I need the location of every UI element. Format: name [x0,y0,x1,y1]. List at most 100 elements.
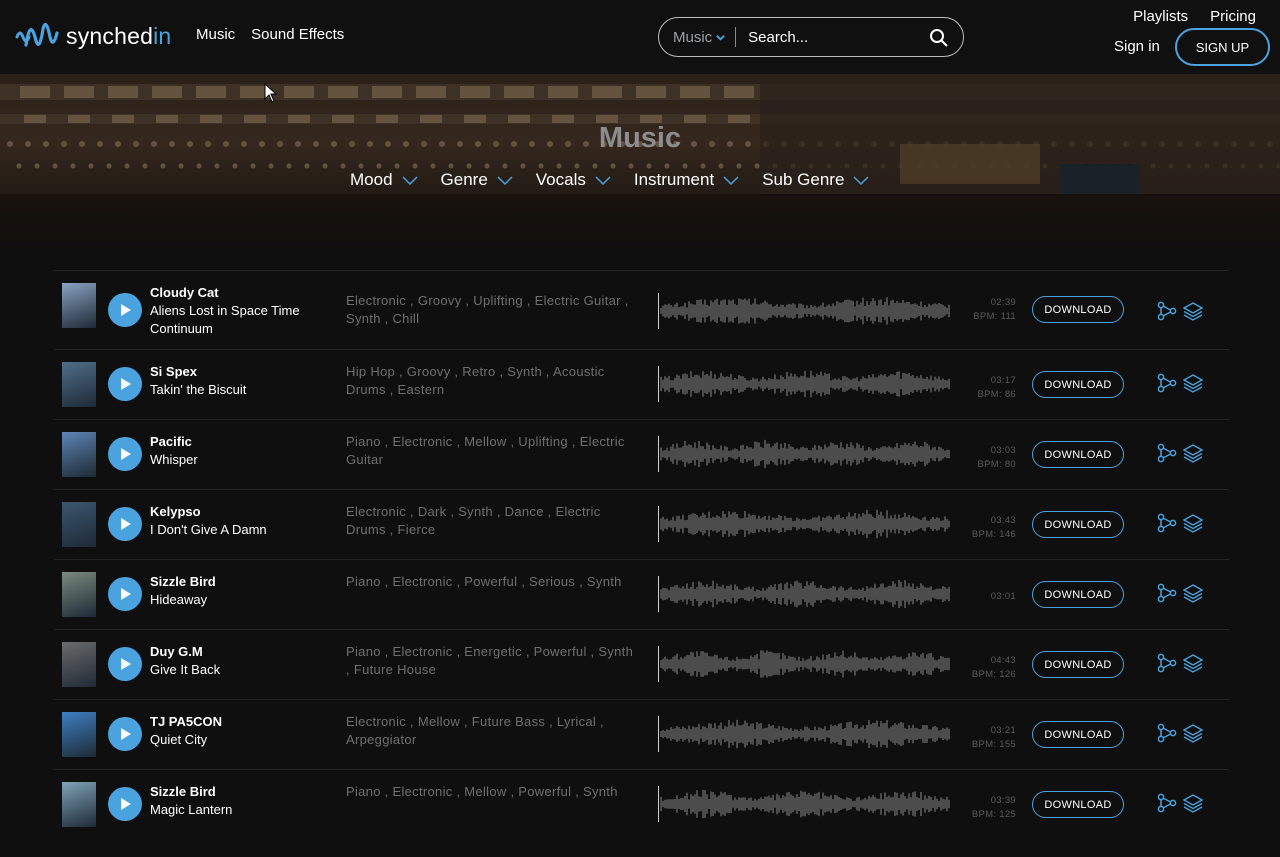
artist-name[interactable]: TJ PA5CON [150,713,330,731]
filter-mood[interactable]: Mood [350,170,419,190]
track-row[interactable]: Kelypso I Don't Give A Damn Electronic ,… [54,489,1229,559]
album-art-thumbnail[interactable] [62,572,96,617]
artist-name[interactable]: Kelypso [150,503,330,521]
artist-name[interactable]: Cloudy Cat [150,284,330,302]
album-art-thumbnail[interactable] [62,432,96,477]
synchedin-logo[interactable]: synchedin [14,15,171,57]
track-bpm: BPM: 80 [977,459,1016,470]
waveform[interactable] [658,506,950,542]
waveform[interactable] [658,293,950,329]
track-row[interactable]: Duy G.M Give It Back Piano , Electronic … [54,629,1229,699]
layers-icon[interactable] [1183,723,1203,743]
filter-vocals[interactable]: Vocals [536,170,612,190]
play-button[interactable] [108,437,142,471]
album-art-thumbnail[interactable] [62,782,96,827]
play-button[interactable] [108,787,142,821]
page-title: Music [598,122,682,154]
chevron-down-icon [595,176,611,186]
filter-sub-genre[interactable]: Sub Genre [762,170,870,190]
download-button[interactable]: DOWNLOAD [1032,511,1124,538]
album-art-thumbnail[interactable] [62,283,96,328]
artist-name[interactable]: Sizzle Bird [150,783,330,801]
layers-icon[interactable] [1183,653,1203,673]
download-button[interactable]: DOWNLOAD [1032,791,1124,818]
soundwave-logo-icon [15,22,59,47]
waveform[interactable] [658,786,950,822]
top-nav-bar: synchedin Music Sound Effects Music Play… [0,0,1280,74]
download-button[interactable]: DOWNLOAD [1032,651,1124,678]
layers-icon[interactable] [1183,373,1203,393]
stems-icon[interactable] [1157,723,1177,743]
track-title[interactable]: I Don't Give A Damn [150,521,330,539]
track-row[interactable]: Pacific Whisper Piano , Electronic , Mel… [54,419,1229,489]
stems-icon[interactable] [1157,513,1177,533]
artist-name[interactable]: Sizzle Bird [150,573,330,591]
waveform[interactable] [658,646,950,682]
layers-icon[interactable] [1183,443,1203,463]
album-art-thumbnail[interactable] [62,502,96,547]
play-button[interactable] [108,507,142,541]
play-icon [121,658,131,670]
layers-icon[interactable] [1183,793,1203,813]
artist-name[interactable]: Pacific [150,433,330,451]
track-info: Kelypso I Don't Give A Damn [150,503,330,539]
nav-music[interactable]: Music [196,26,235,43]
layers-icon[interactable] [1183,513,1203,533]
download-button[interactable]: DOWNLOAD [1032,721,1124,748]
album-art-thumbnail[interactable] [62,712,96,757]
track-row[interactable]: Sizzle Bird Hideaway Piano , Electronic … [54,559,1229,629]
track-title[interactable]: Give It Back [150,661,330,679]
search-category-select[interactable]: Music [659,27,737,47]
track-meta: 03:17 BPM: 86 [954,374,1016,402]
sign-up-button[interactable]: SIGN UP [1175,28,1270,66]
download-button[interactable]: DOWNLOAD [1032,371,1124,398]
track-row[interactable]: Si Spex Takin' the Biscuit Hip Hop , Gro… [54,349,1229,419]
playlists-link[interactable]: Playlists [1133,8,1188,25]
artist-name[interactable]: Si Spex [150,363,330,381]
waveform[interactable] [658,436,950,472]
track-title[interactable]: Magic Lantern [150,801,330,819]
nav-sound-effects[interactable]: Sound Effects [251,26,344,43]
track-row[interactable]: Cloudy Cat Aliens Lost in Space Time Con… [54,270,1229,349]
album-art-thumbnail[interactable] [62,362,96,407]
track-title[interactable]: Takin' the Biscuit [150,381,330,399]
play-button[interactable] [108,647,142,681]
waveform[interactable] [658,366,950,402]
track-title[interactable]: Quiet City [150,731,330,749]
waveform[interactable] [658,716,950,752]
track-duration: 03:17 [990,375,1016,386]
stems-icon[interactable] [1157,301,1177,321]
pricing-link[interactable]: Pricing [1210,8,1256,25]
play-button[interactable] [108,293,142,327]
artist-name[interactable]: Duy G.M [150,643,330,661]
stems-icon[interactable] [1157,443,1177,463]
play-button[interactable] [108,367,142,401]
track-row[interactable]: TJ PA5CON Quiet City Electronic , Mellow… [54,699,1229,769]
sign-in-link[interactable]: Sign in [1114,38,1160,55]
download-button[interactable]: DOWNLOAD [1032,296,1124,323]
album-art-thumbnail[interactable] [62,642,96,687]
layers-icon[interactable] [1183,301,1203,321]
stems-icon[interactable] [1157,793,1177,813]
download-button[interactable]: DOWNLOAD [1032,441,1124,468]
search-icon[interactable] [929,28,949,48]
waveform[interactable] [658,576,950,612]
search-input[interactable] [736,28,907,46]
layers-icon[interactable] [1183,583,1203,603]
track-title[interactable]: Aliens Lost in Space Time Continuum [150,302,330,338]
track-tags: Piano , Electronic , Energetic , Powerfu… [346,644,634,677]
track-title[interactable]: Whisper [150,451,330,469]
stems-icon[interactable] [1157,653,1177,673]
track-duration: 03:43 [990,515,1016,526]
play-icon [121,518,131,530]
stems-icon[interactable] [1157,373,1177,393]
track-info: Duy G.M Give It Back [150,643,330,679]
track-title[interactable]: Hideaway [150,591,330,609]
filter-instrument[interactable]: Instrument [634,170,740,190]
stems-icon[interactable] [1157,583,1177,603]
download-button[interactable]: DOWNLOAD [1032,581,1124,608]
filter-genre[interactable]: Genre [441,170,514,190]
play-button[interactable] [108,577,142,611]
track-row[interactable]: Sizzle Bird Magic Lantern Piano , Electr… [54,769,1229,839]
play-button[interactable] [108,717,142,751]
